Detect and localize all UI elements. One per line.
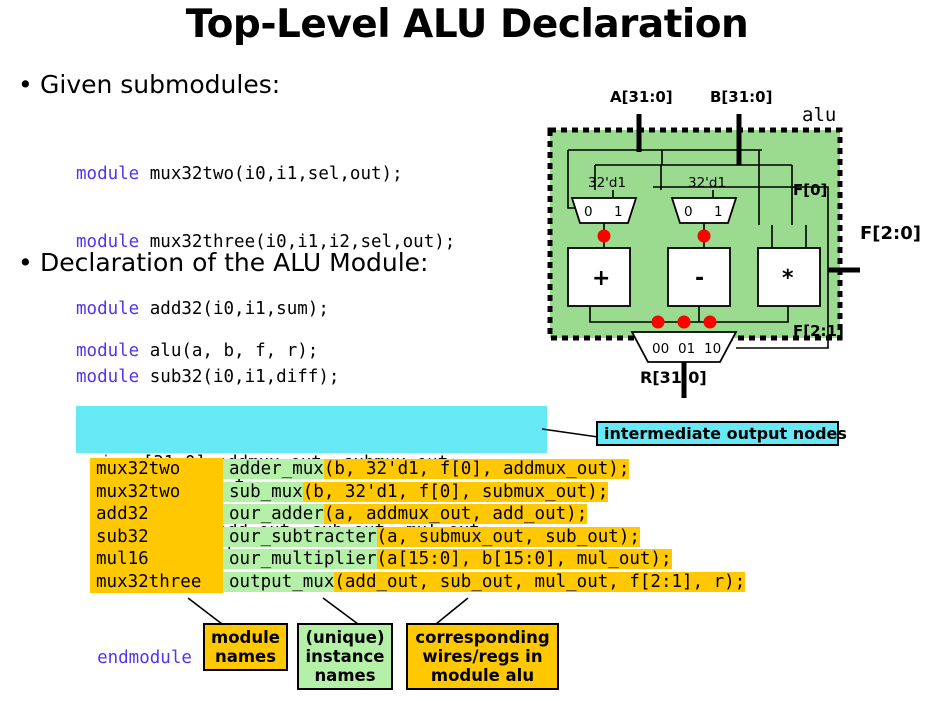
code-line: module alu(a, b, f, r);: [76, 340, 318, 363]
callout-label: intermediate output nodes: [604, 424, 847, 443]
instance-name-cell: our_multiplier: [223, 549, 377, 569]
bullet-marker: •: [18, 248, 33, 277]
instance-name-cell: our_subtracter: [223, 526, 377, 547]
instantiation-row: sub32 our_subtracter(a, submux_out, sub_o…: [90, 525, 745, 548]
module-name-cell: mux32three: [90, 570, 223, 593]
subtracter-symbol: -: [695, 266, 704, 291]
mux-sel-1-left: 1: [614, 204, 623, 220]
code-text: alu(a, b, f, r);: [139, 341, 319, 361]
port-args-cell: (b, 32'd1, f[0], addmux_out);: [323, 459, 630, 479]
bullet-declaration-alu-module: • Declaration of the ALU Module:: [18, 248, 428, 277]
diagram-label-f21-text: F[2:1]: [793, 322, 844, 340]
diagram-label-a: A[31:0]: [610, 88, 673, 106]
bullet-given-submodules: • Given submodules:: [18, 70, 280, 99]
legend-line: wires/regs in: [422, 647, 543, 666]
port-args-cell: (a, addmux_out, add_out);: [323, 504, 588, 524]
out-mux-sel-01: 01: [678, 341, 695, 357]
legend-instance-names: (unique) instance names: [297, 623, 393, 690]
legend-line: names: [314, 666, 376, 685]
adder-symbol: +: [592, 266, 610, 291]
diagram-label-r-text: R[31:0]: [640, 368, 707, 387]
port-args-cell: (b, 32'd1, f[0], submux_out);: [302, 481, 609, 502]
node-dot-addmux-out: [597, 229, 611, 243]
sel-label-f0: F[0]: [793, 181, 827, 199]
node-dot-sub-out: [677, 315, 691, 329]
legend-line: module: [211, 628, 280, 647]
instantiation-row: mux32three output_mux(add_out, sub_out, m…: [90, 570, 746, 593]
code-keyword: module: [76, 164, 140, 184]
port-args-cell: (a[15:0], b[15:0], mul_out);: [376, 549, 672, 569]
module-name-cell: sub32: [90, 525, 223, 548]
multiplier-symbol: *: [782, 266, 794, 291]
legend-module-names: module names: [203, 623, 288, 671]
code-text: mux32two(i0,i1,sel,out);: [139, 164, 403, 184]
module-name-cell: mul16: [90, 548, 223, 571]
code-keyword: module: [76, 341, 140, 361]
mux-adder-shape: [570, 197, 638, 224]
module-name-cell: mux32two: [90, 480, 223, 503]
legend-line: corresponding: [415, 628, 550, 647]
out-mux-sel-10: 10: [704, 341, 721, 357]
instantiation-row: add32 our_adder(a, addmux_out, add_out);: [90, 503, 745, 526]
legend-wires-regs: corresponding wires/regs in module alu: [406, 623, 559, 690]
mux-sub-shape: [670, 197, 738, 224]
code-line: module mux32two(i0,i1,sel,out);: [76, 163, 455, 186]
bullet-marker: •: [18, 70, 33, 99]
legend-line: (unique): [305, 628, 385, 647]
legend-line: module alu: [430, 666, 535, 685]
diagram-alu-label: alu: [802, 104, 836, 126]
instance-name-cell: sub_mux: [223, 481, 303, 502]
port-args-cell: (add_out, sub_out, mul_out, f[2:1], r);: [334, 571, 746, 592]
callout-intermediate-output-nodes: intermediate output nodes: [596, 421, 847, 446]
out-mux-sel-00: 00: [652, 341, 669, 357]
mux-sel-0-left: 0: [584, 204, 593, 220]
const-label-1: 32'd1: [588, 175, 626, 191]
diagram-label-f20-text: F[2:0]: [860, 223, 921, 244]
instantiation-row: mux32two sub_mux(b, 32'd1, f[0], submux_o…: [90, 480, 745, 503]
node-dot-submux-out: [697, 229, 711, 243]
instance-name-cell: output_mux: [223, 571, 335, 592]
page-title: Top-Level ALU Declaration: [185, 2, 749, 47]
instantiation-row: mux32two adder_mux(b, 32'd1, f[0], addmux…: [90, 458, 745, 481]
legend-line: names: [214, 647, 277, 666]
node-dot-add-out: [651, 315, 665, 329]
code-keyword: endmodule: [97, 647, 192, 668]
module-name-cell: mux32two: [90, 458, 223, 481]
module-name-cell: add32: [90, 503, 223, 526]
mux-sel-0-right: 0: [684, 204, 693, 220]
diagram-label-b: B[31:0]: [710, 88, 772, 106]
port-args-cell: (a, submux_out, sub_out);: [376, 526, 640, 547]
instance-name-cell: adder_mux: [223, 459, 324, 479]
mux-sel-1-right: 1: [714, 204, 723, 220]
bullet-text: Declaration of the ALU Module:: [40, 248, 429, 277]
instantiation-row: mul16 our_multiplier(a[15:0], b[15:0], mu…: [90, 548, 745, 571]
legend-line: instance: [305, 647, 385, 666]
bullet-text: Given submodules:: [40, 70, 281, 99]
instantiation-list: mux32two adder_mux(b, 32'd1, f[0], addmux…: [90, 458, 746, 593]
const-label-2: 32'd1: [688, 175, 726, 191]
endmodule-line: endmodule: [76, 624, 192, 669]
instance-name-cell: our_adder: [223, 504, 324, 524]
node-dot-mul-out: [703, 315, 717, 329]
